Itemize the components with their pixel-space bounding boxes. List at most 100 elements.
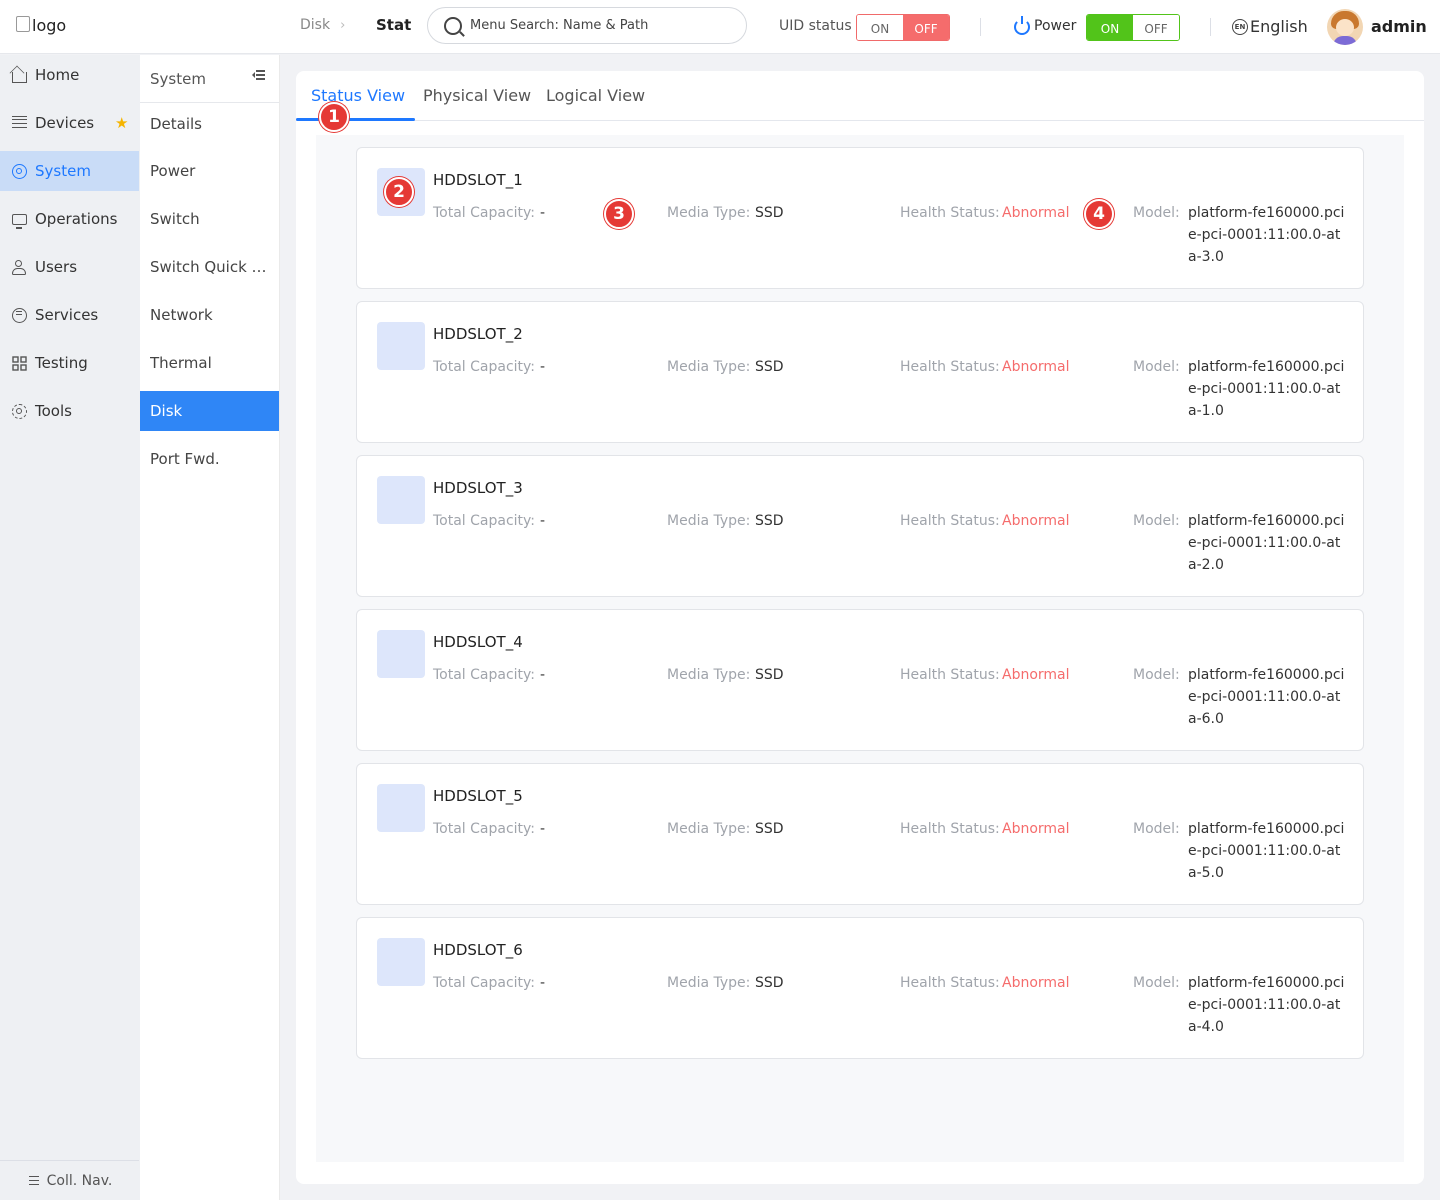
header-divider: [1210, 18, 1211, 36]
health-status-label: Health Status:: [900, 975, 1000, 991]
disk-card[interactable]: HDDSLOT_4 Total Capacity: - Media Type: …: [356, 609, 1364, 751]
health-status-value: Abnormal: [1002, 821, 1070, 837]
subnav-item-disk[interactable]: Disk: [140, 391, 279, 431]
model-value: platform-fe160000.pcie-pci-0001:11:00.0-…: [1188, 205, 1345, 265]
disk-card[interactable]: HDDSLOT_3 Total Capacity: - Media Type: …: [356, 455, 1364, 597]
subnav-item-network[interactable]: Network: [140, 295, 279, 335]
subnav-item-thermal[interactable]: Thermal: [140, 343, 279, 383]
health-status-label: Health Status:: [900, 513, 1000, 529]
health-status-label: Health Status:: [900, 821, 1000, 837]
nav-item-label: System: [35, 162, 91, 180]
disk-card[interactable]: HDDSLOT_2 Total Capacity: - Media Type: …: [356, 301, 1364, 443]
model-label: Model:: [1133, 821, 1180, 837]
total-capacity-value: -: [540, 975, 546, 991]
logo-alt-text: logo: [32, 16, 67, 35]
avatar[interactable]: [1327, 9, 1363, 45]
testing-icon: [12, 355, 27, 371]
annotation-marker-3: 3: [604, 199, 634, 229]
uid-on-option[interactable]: ON: [857, 15, 903, 40]
disk-card[interactable]: HDDSLOT_1 Total Capacity: - Media Type: …: [356, 147, 1364, 289]
annotation-marker-1: 1: [319, 102, 349, 132]
top-bar: logo Disk › Stat UID status ON OFF Power…: [0, 0, 1440, 54]
nav-item-label: Home: [35, 66, 80, 84]
left-nav: Home Devices ★ System Operations Users S…: [0, 55, 140, 1200]
nav-item-services[interactable]: Services: [0, 295, 139, 335]
tab-status-view[interactable]: Status View: [311, 86, 405, 105]
power-off-option[interactable]: OFF: [1133, 15, 1179, 40]
media-type-label: Media Type:: [667, 205, 751, 221]
operations-icon: [12, 213, 27, 229]
disk-icon: [377, 630, 425, 678]
chevron-right-icon: ›: [340, 17, 346, 33]
model-value: platform-fe160000.pcie-pci-0001:11:00.0-…: [1188, 667, 1345, 727]
tab-physical-view[interactable]: Physical View: [423, 86, 531, 105]
disk-icon: [377, 784, 425, 832]
media-type-value: SSD: [755, 821, 784, 837]
nav-item-devices[interactable]: Devices ★: [0, 103, 139, 143]
disk-name: HDDSLOT_2: [433, 325, 523, 343]
nav-item-label: Services: [35, 306, 99, 324]
breadcrumb-parent[interactable]: Disk: [300, 17, 330, 33]
model-value: platform-fe160000.pcie-pci-0001:11:00.0-…: [1188, 513, 1345, 573]
tools-icon: [12, 403, 27, 419]
disk-name: HDDSLOT_1: [433, 171, 523, 189]
subnav-item-power[interactable]: Power: [140, 151, 279, 191]
nav-item-operations[interactable]: Operations: [0, 199, 139, 239]
username[interactable]: admin: [1371, 17, 1427, 36]
model-value: platform-fe160000.pcie-pci-0001:11:00.0-…: [1188, 821, 1345, 881]
health-status-label: Health Status:: [900, 359, 1000, 375]
model-label: Model:: [1133, 513, 1180, 529]
breadcrumb: Disk ›: [300, 17, 345, 33]
total-capacity-label: Total Capacity:: [433, 359, 536, 375]
tab-logical-view[interactable]: Logical View: [546, 86, 645, 105]
power-icon: [1014, 16, 1030, 35]
subnav-item-port-fwd[interactable]: Port Fwd.: [140, 439, 279, 479]
disk-card[interactable]: HDDSLOT_6 Total Capacity: - Media Type: …: [356, 917, 1364, 1059]
subnav-header: System: [140, 55, 279, 103]
total-capacity-value: -: [540, 821, 546, 837]
nav-item-home[interactable]: Home: [0, 55, 139, 95]
total-capacity-value: -: [540, 359, 546, 375]
power-toggle[interactable]: ON OFF: [1086, 14, 1180, 41]
health-status-label: Health Status:: [900, 205, 1000, 221]
media-type-value: SSD: [755, 667, 784, 683]
total-capacity-label: Total Capacity:: [433, 821, 536, 837]
uid-status-label: UID status: [779, 18, 852, 34]
subnav-item-switch[interactable]: Switch: [140, 199, 279, 239]
nav-item-users[interactable]: Users: [0, 247, 139, 287]
disk-card[interactable]: HDDSLOT_5 Total Capacity: - Media Type: …: [356, 763, 1364, 905]
menu-search[interactable]: [427, 7, 747, 44]
sub-nav: System Details Power Switch Switch Quick…: [140, 55, 280, 1200]
active-tab-indicator: [296, 118, 415, 121]
logo[interactable]: logo: [16, 15, 67, 35]
model-label: Model:: [1133, 359, 1180, 375]
subnav-item-switch-quick[interactable]: Switch Quick Setup: [140, 247, 279, 287]
uid-off-option[interactable]: OFF: [903, 15, 949, 40]
star-icon[interactable]: ★: [115, 103, 128, 143]
collapse-nav-button[interactable]: Coll. Nav.: [0, 1160, 139, 1200]
power-on-option[interactable]: ON: [1087, 15, 1133, 40]
health-status-value: Abnormal: [1002, 975, 1070, 991]
disk-list: HDDSLOT_1 Total Capacity: - Media Type: …: [316, 135, 1404, 1162]
nav-item-testing[interactable]: Testing: [0, 343, 139, 383]
total-capacity-value: -: [540, 513, 546, 529]
nav-item-label: Devices: [35, 114, 95, 132]
disk-name: HDDSLOT_3: [433, 479, 523, 497]
total-capacity-label: Total Capacity:: [433, 667, 536, 683]
menu-search-input[interactable]: [470, 18, 730, 33]
broken-image-icon: [16, 15, 30, 32]
nav-item-system[interactable]: System: [0, 151, 139, 191]
uid-status-toggle[interactable]: ON OFF: [856, 14, 950, 41]
media-type-value: SSD: [755, 359, 784, 375]
power-label: Power: [1034, 18, 1077, 34]
menu-fold-icon[interactable]: [252, 70, 265, 81]
nav-item-tools[interactable]: Tools: [0, 391, 139, 431]
language-icon: EN: [1232, 19, 1248, 35]
media-type-value: SSD: [755, 975, 784, 991]
subnav-item-details[interactable]: Details: [140, 104, 279, 144]
model-value: platform-fe160000.pcie-pci-0001:11:00.0-…: [1188, 975, 1345, 1035]
annotation-marker-2: 2: [384, 177, 414, 207]
language-selector[interactable]: English: [1250, 17, 1308, 36]
total-capacity-label: Total Capacity:: [433, 975, 536, 991]
media-type-value: SSD: [755, 205, 784, 221]
